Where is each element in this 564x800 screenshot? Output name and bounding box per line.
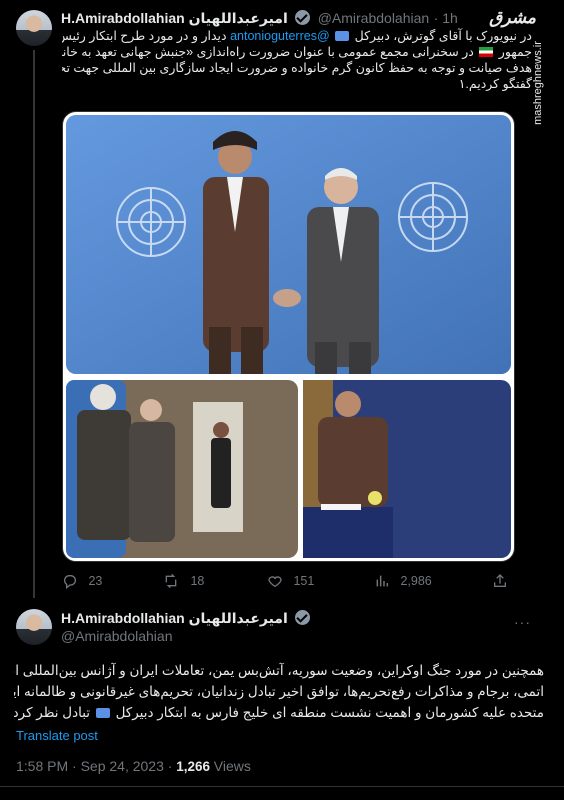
- tweet-line: گفتگو کردیم.۱: [458, 77, 532, 91]
- tweet1-text: در نیویورک با آقای گوترش، دبیرکل @antoni…: [62, 28, 532, 92]
- post-timestamp[interactable]: 1:58 PM · Sep 24, 2023 ·: [16, 758, 172, 774]
- watermark-site: mashreghnews.ir: [532, 38, 550, 128]
- retweet-count: 18: [190, 574, 205, 588]
- tweet-line: جمهور در سخنرانی مجمع عمومی با عنوان ضرو…: [62, 44, 532, 60]
- verified-icon: [295, 610, 311, 625]
- reply-button[interactable]: 23: [62, 572, 102, 590]
- un-emblem-left: [116, 187, 186, 257]
- views-button[interactable]: 2,986: [374, 572, 432, 590]
- photo-3-table: [303, 507, 393, 558]
- tweet2-text: همچنین در مورد جنگ اوکراین، وضعیت سوریه،…: [14, 660, 544, 723]
- verified-icon: [295, 10, 311, 25]
- tweet-line: متحده علیه کشورمان و اهمیت نشست منطقه ای…: [14, 702, 544, 723]
- tweet-line: در نیویورک با آقای گوترش، دبیرکل @antoni…: [62, 28, 532, 44]
- tweet-text-part: متحده علیه کشورمان و اهمیت نشست منطقه ای…: [115, 705, 544, 720]
- photo-3-book: [321, 504, 361, 510]
- like-button[interactable]: 151: [267, 572, 314, 590]
- divider: [0, 786, 564, 787]
- tweet-text-part: جمهور: [498, 45, 532, 59]
- reply-icon: [64, 574, 76, 589]
- more-icon[interactable]: ···: [514, 614, 531, 630]
- handshake: [273, 289, 301, 307]
- retweet-icon: [165, 573, 177, 588]
- reply-count: 23: [88, 574, 103, 588]
- photo-3-flowers: [368, 491, 382, 505]
- like-count: 151: [293, 574, 315, 588]
- share-icon: [494, 573, 506, 587]
- share-button[interactable]: [492, 572, 508, 590]
- views-count: 2,986: [400, 574, 432, 588]
- watermark-site-text: mashreghnews.ir: [532, 41, 544, 125]
- mention-link[interactable]: @antonioguterres: [230, 29, 330, 43]
- views-count: 1,266: [176, 759, 210, 774]
- tweet-line: اتمی، برجام و مذاکرات رفع‌تحریم‌ها، تواف…: [14, 684, 544, 699]
- avatar[interactable]: [16, 609, 52, 645]
- tweet2-header: H.Amirabdollahian امیرعبداللهیان: [61, 610, 311, 628]
- handle[interactable]: @Amirabdolahian: [61, 628, 173, 644]
- tweet-text-part: در نیویورک با آقای گوترش، دبیرکل: [354, 29, 532, 43]
- un-flag-icon: [335, 31, 350, 41]
- display-name[interactable]: H.Amirabdollahian امیرعبداللهیان: [61, 10, 288, 26]
- tweet-line: هدف صیانت و توجه به حفظ کانون گرم خانواد…: [62, 61, 532, 75]
- photo-1-shade: [66, 115, 511, 374]
- views-icon: [376, 575, 389, 587]
- tweet1-actions: 23 18 151 2,986: [62, 572, 532, 590]
- display-name[interactable]: H.Amirabdollahian امیرعبداللهیان: [61, 610, 288, 626]
- tweet1-header: H.Amirabdollahian امیرعبداللهیان @Amirab…: [61, 10, 458, 28]
- tweet-text-part: تبادل نظر کردیم.۲: [14, 705, 91, 720]
- retweet-button[interactable]: 18: [162, 572, 204, 590]
- tweet-media[interactable]: [62, 111, 515, 562]
- tweet-text-part: دیدار و در مورد طرح ابتکار رئیس: [62, 29, 227, 43]
- tweet-line: همچنین در مورد جنگ اوکراین، وضعیت سوریه،…: [14, 663, 544, 678]
- like-icon: [268, 576, 282, 587]
- tweet-text-part: در سخنرانی مجمع عمومی با عنوان ضرورت راه…: [62, 45, 474, 59]
- media-photo-collage: [66, 115, 511, 558]
- un-emblem-right: [398, 182, 468, 252]
- tweet2-meta: 1:58 PM · Sep 24, 2023 · 1,266 Views: [16, 758, 251, 774]
- translate-post-link[interactable]: Translate post: [16, 728, 98, 743]
- views-label: Views: [213, 758, 251, 774]
- thread-connector: [33, 50, 35, 598]
- post-time[interactable]: · 1h: [434, 10, 458, 26]
- iran-flag-icon: [479, 47, 494, 57]
- handle[interactable]: @Amirabdolahian: [318, 10, 430, 26]
- avatar[interactable]: [16, 10, 52, 46]
- un-flag-icon: [95, 708, 110, 718]
